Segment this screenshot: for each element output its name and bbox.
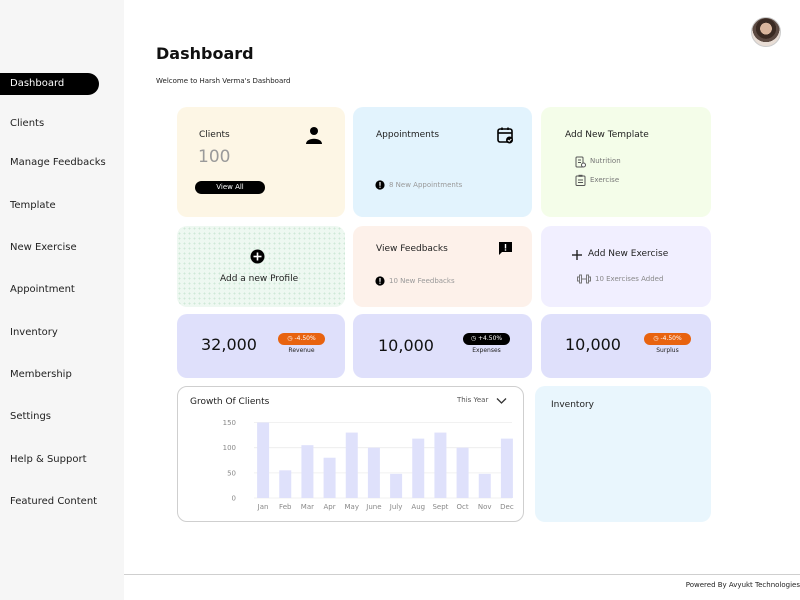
chart-bar: [257, 422, 270, 498]
chart-bar: [279, 470, 292, 498]
revenue-badge-text: -4.50%: [294, 335, 316, 342]
x-tick-label: Nov: [478, 503, 492, 511]
sidebar-item-membership[interactable]: Membership: [10, 369, 72, 380]
chevron-down-icon[interactable]: [496, 397, 507, 405]
view-all-button[interactable]: View All: [195, 181, 265, 194]
x-tick-label: Apr: [324, 503, 336, 511]
x-tick-label: Jan: [257, 503, 269, 511]
template-item-exercise[interactable]: Exercise: [590, 176, 619, 184]
period-select[interactable]: This Year: [457, 396, 488, 404]
chart-bar: [434, 432, 447, 498]
dumbbell-icon: [577, 274, 591, 284]
welcome-message: Welcome to Harsh Verma's Dashboard: [156, 77, 291, 85]
plus-icon: [572, 250, 582, 260]
plus-circle-icon: [250, 249, 265, 264]
expenses-badge-text: +4.50%: [478, 335, 503, 342]
revenue-value: 32,000: [201, 335, 257, 354]
surplus-label: Surplus: [656, 347, 679, 354]
y-tick-label: 150: [223, 419, 236, 427]
chart-bar: [500, 438, 513, 498]
footer-divider: [124, 574, 800, 575]
template-item-nutrition[interactable]: Nutrition: [590, 157, 621, 165]
page-title: Dashboard: [156, 44, 254, 63]
sidebar-item-appointment[interactable]: Appointment: [10, 284, 75, 295]
sidebar-item-help-support[interactable]: Help & Support: [10, 454, 86, 465]
surplus-value: 10,000: [565, 335, 621, 354]
period-select-value: This Year: [457, 396, 489, 404]
avatar[interactable]: [751, 17, 781, 47]
sidebar-item-template[interactable]: Template: [10, 200, 56, 211]
chart-bar: [345, 432, 358, 498]
template-card-title: Add New Template: [565, 130, 649, 140]
x-tick-label: June: [365, 503, 381, 511]
feedbacks-card-title: View Feedbacks: [376, 244, 448, 254]
x-tick-label: Dec: [500, 503, 514, 511]
sidebar-item-manage-feedbacks[interactable]: Manage Feedbacks: [10, 157, 106, 168]
sidebar-item-inventory[interactable]: Inventory: [10, 327, 58, 338]
add-exercise-card[interactable]: [541, 226, 711, 307]
feedbacks-card[interactable]: [353, 226, 532, 307]
chart-bar: [301, 445, 314, 498]
sidebar-item-settings[interactable]: Settings: [10, 411, 51, 422]
chart-bar: [478, 473, 491, 498]
chart-bar: [323, 457, 336, 498]
appointments-card[interactable]: [353, 107, 532, 217]
growth-chart: 0 50 100 150 Jan Feb Mar Apr May June July Aug Sept O…: [223, 419, 514, 511]
appointments-sub: 8 New Appointments: [389, 181, 463, 189]
alert-badge-icon: [375, 276, 385, 286]
add-profile-card[interactable]: [177, 226, 345, 307]
clients-count: 100: [198, 147, 231, 167]
alert-badge-icon: [375, 180, 385, 190]
x-tick-label: Oct: [457, 503, 469, 511]
y-tick-label: 100: [223, 444, 236, 452]
add-profile-label: Add a new Profile: [220, 274, 299, 284]
growth-title: Growth Of Clients: [190, 397, 270, 407]
revenue-badge: ◷ -4.50%: [278, 333, 325, 345]
x-tick-label: Feb: [279, 503, 292, 511]
user-icon: [306, 127, 322, 144]
sidebar-item-featured-content[interactable]: Featured Content: [10, 496, 97, 507]
template-card[interactable]: [541, 107, 711, 217]
expenses-value: 10,000: [378, 336, 434, 355]
feedback-icon: [499, 242, 512, 255]
sidebar: Dashboard Clients Manage Feedbacks Templ…: [0, 0, 124, 600]
footer-credit: Powered By Avyukt Technologies: [685, 581, 800, 589]
clients-card-title: Clients: [199, 130, 230, 140]
x-tick-label: Sept: [432, 503, 448, 511]
expenses-badge: ◷ +4.50%: [463, 333, 510, 345]
x-tick-label: Mar: [301, 503, 314, 511]
sidebar-item-clients[interactable]: Clients: [10, 118, 44, 129]
chart-bar: [412, 438, 425, 498]
add-exercise-title: Add New Exercise: [588, 249, 669, 259]
inventory-title: Inventory: [551, 400, 594, 410]
chart-bar: [456, 447, 469, 498]
appointments-card-title: Appointments: [376, 130, 440, 140]
x-tick-label: Aug: [411, 503, 425, 511]
chart-bar: [390, 473, 403, 498]
surplus-badge: ◷ -4.50%: [644, 333, 691, 345]
feedbacks-sub: 10 New Feedbacks: [389, 277, 455, 285]
x-tick-label: May: [345, 503, 359, 511]
x-tick-label: July: [389, 503, 403, 511]
y-tick-label: 0: [232, 495, 236, 503]
add-exercise-sub: 10 Exercises Added: [595, 275, 664, 283]
sidebar-item-dashboard[interactable]: Dashboard: [0, 73, 99, 95]
revenue-label: Revenue: [288, 347, 315, 354]
clipboard-icon: [575, 174, 586, 186]
surplus-badge-text: -4.50%: [660, 335, 682, 342]
expenses-label: Expenses: [472, 347, 501, 354]
nutrition-icon: [575, 156, 586, 168]
sidebar-item-new-exercise[interactable]: New Exercise: [10, 242, 77, 253]
calendar-icon: [497, 127, 513, 144]
chart-bar: [367, 447, 380, 498]
y-tick-label: 50: [227, 469, 236, 477]
